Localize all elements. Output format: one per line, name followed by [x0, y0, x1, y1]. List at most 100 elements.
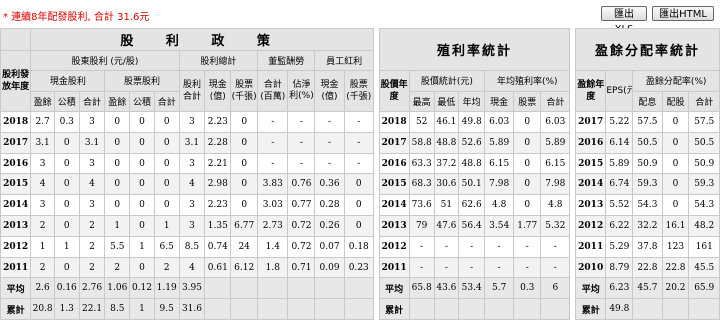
row-year: 2016	[0, 152, 32, 175]
row-year: 2018	[0, 111, 32, 133]
payout-value: 45.5	[688, 256, 720, 279]
row-year: 平均	[0, 277, 32, 300]
dividend-value: 3	[30, 152, 55, 175]
yield-value: 0	[513, 173, 542, 196]
dividend-policy-title: 股 利 政 策	[30, 27, 374, 52]
dividend-value: 1.3	[53, 298, 80, 320]
yield-stock-header: 股票	[513, 90, 542, 113]
cash-div-header: 現金股利	[30, 69, 106, 92]
payout-value: 8.79	[605, 256, 634, 279]
payout-value: 0	[661, 131, 690, 154]
dividend-value: 0	[104, 173, 131, 196]
yield-value: -	[458, 235, 486, 258]
dividend-value: 9.5	[153, 298, 180, 320]
payout-value	[632, 298, 663, 320]
yield-value: 0	[513, 111, 542, 133]
earnings-year: 累計	[575, 298, 607, 320]
export-xls-button[interactable]: 匯出XLS	[601, 6, 647, 35]
dividend-value: 0.28	[314, 194, 345, 217]
dividend-value: 0	[129, 173, 155, 196]
payout-value: 37.8	[632, 235, 663, 258]
dividend-value: 2	[30, 215, 55, 237]
price-avg-header: 年均	[458, 90, 486, 113]
dividend-value: 4	[78, 173, 106, 196]
payout-stats-title: 盈餘分配率統計	[575, 28, 720, 71]
yield-value: 58.8	[408, 131, 435, 154]
dividend-value: 2.28	[204, 131, 232, 154]
price-year: 2016	[378, 152, 410, 175]
dividend-value: 2	[30, 256, 55, 279]
row-year: 2015	[0, 173, 32, 196]
yield-value	[513, 298, 542, 320]
dividend-value: 0	[129, 215, 155, 237]
dividend-value: 0.36	[314, 173, 345, 196]
payout-value: 6.22	[605, 215, 634, 237]
payout-value: 5.29	[605, 235, 634, 258]
dividend-value: 0.76	[287, 173, 316, 196]
dividend-value: 0.72	[287, 235, 316, 258]
dividend-value: 2	[78, 235, 106, 258]
director-fee-header: 董監酬勞	[257, 50, 316, 71]
dividend-value: 0.18	[343, 235, 374, 258]
dividend-value: 0.61	[204, 256, 232, 279]
emp-stock-header: 股票(千張)	[343, 69, 374, 113]
payout-value: 59.3	[688, 173, 720, 196]
dividend-value: 4	[178, 256, 206, 279]
dividend-value: 3	[78, 111, 106, 133]
payout-total-header: 合計	[688, 90, 720, 113]
dividend-value: 2.21	[204, 152, 232, 175]
yield-value: 46.1	[433, 111, 460, 133]
dividend-value: 8.5	[178, 235, 206, 258]
yield-value: 3.54	[484, 215, 515, 237]
payout-value: 5.22	[605, 111, 634, 133]
payout-value: 6.14	[605, 131, 634, 154]
stock-k-header: 股票(千張)	[230, 69, 259, 113]
price-year-header: 股價年度	[378, 69, 410, 113]
dividend-value: 2.23	[204, 111, 232, 133]
payout-stock-header: 配股	[661, 90, 690, 113]
yield-value: -	[513, 235, 542, 258]
yield-value: 79	[408, 215, 435, 237]
payout-value: 0	[661, 152, 690, 175]
dividend-value: 3.1	[78, 131, 106, 154]
dividend-value: 1.35	[204, 215, 232, 237]
payout-value: 50.9	[688, 152, 720, 175]
yield-value: 63.3	[408, 152, 435, 175]
price-year: 2012	[378, 235, 410, 258]
yield-value: 6	[540, 277, 571, 300]
dividend-value: 2.7	[30, 111, 55, 133]
yield-cash-header: 現金	[484, 90, 515, 113]
dividend-value: 1	[53, 235, 80, 258]
stock-surplus-header: 盈餘	[104, 90, 131, 113]
export-html-button[interactable]: 匯出HTML	[652, 6, 714, 21]
dividend-value: 0	[129, 131, 155, 154]
dividend-value: 0.16	[53, 277, 80, 300]
dividend-value: -	[314, 111, 345, 133]
dividend-value: 0.26	[314, 215, 345, 237]
dividend-note: * 連續8年配發股利, 合計 31.6元	[3, 12, 150, 23]
dividend-value: 0	[230, 111, 259, 133]
yield-value: 7.98	[484, 173, 515, 196]
dividend-value	[314, 277, 345, 300]
dividend-value: 3.95	[178, 277, 206, 300]
dividend-value: 1	[30, 235, 55, 258]
yield-value: -	[540, 256, 571, 279]
yield-value: 6.03	[540, 111, 571, 133]
dividend-value: 3	[178, 215, 206, 237]
yield-value: 0	[513, 194, 542, 217]
price-low-header: 最低	[433, 90, 460, 113]
payout-value: 22.8	[661, 256, 690, 279]
dividend-value: 3.1	[30, 131, 55, 154]
yield-value: -	[408, 235, 435, 258]
price-year: 累計	[378, 298, 410, 320]
total-div-header: 股利總計	[178, 50, 259, 71]
dividend-value: 3.03	[257, 194, 289, 217]
yield-value: 62.6	[458, 194, 486, 217]
yield-value: 53.4	[458, 277, 486, 300]
dividend-value: 0	[230, 152, 259, 175]
table-row: 2015 4 0 4 0 0 0 4 2.98 0 3.83 0.76 0.36 0 2015 68.3 30.…	[0, 173, 720, 196]
dividend-value: 8.5	[104, 298, 131, 320]
dividend-value: 2	[153, 256, 180, 279]
dividend-value: 2	[104, 256, 131, 279]
yield-value: 1.77	[513, 215, 542, 237]
